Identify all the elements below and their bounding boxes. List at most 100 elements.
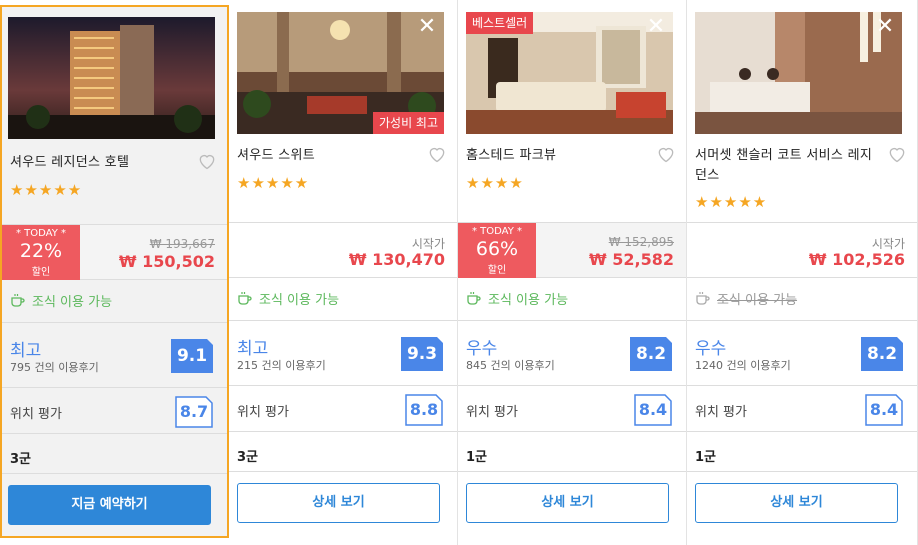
review-score: 9.3 (406, 344, 438, 364)
discount-percent: 66% (475, 238, 519, 260)
breakfast-label: 조식 이용 가능 (259, 292, 340, 308)
location-score-badge: 8.4 (634, 394, 672, 426)
breakfast-label: 조식 이용 가능 (32, 294, 113, 310)
location-score: 8.7 (179, 402, 209, 421)
location-score-badge: 8.4 (865, 394, 903, 426)
hotel-photo-image (695, 12, 902, 134)
review-count[interactable]: 795 건의 이용후기 (10, 359, 99, 375)
review-count[interactable]: 215 건의 이용후기 (237, 357, 326, 373)
review-score: 8.2 (635, 344, 667, 364)
view-details-button[interactable]: 상세 보기 (695, 483, 898, 523)
original-price: ₩ 152,895 (608, 235, 674, 249)
hotel-card[interactable]: 가성비 최고 ✕ 셔우드 스위트 ★★★★★ 시작가 ₩ 130,470 조식 … (229, 0, 458, 545)
price-band: 시작가 ₩ 102,526 (687, 222, 917, 278)
review-score-badge[interactable]: 9.1 (171, 339, 213, 373)
today-deal-badge: * TODAY * 22% 할인 (2, 225, 80, 280)
breakfast-info: 조식 이용 가능 (466, 288, 568, 308)
location-label: 위치 평가 (237, 405, 289, 420)
hotel-photo[interactable]: 가성비 최고 ✕ (237, 12, 444, 134)
divider (687, 431, 917, 432)
breakfast-info: 조식 이용 가능 (237, 288, 339, 308)
coffee-cup-icon (467, 292, 481, 305)
divider (2, 473, 227, 474)
divider (2, 322, 227, 323)
divider (229, 471, 457, 472)
breakfast-label: 조식 이용 가능 (717, 292, 798, 308)
divider (458, 471, 686, 472)
hotel-photo[interactable] (8, 17, 215, 139)
coffee-cup-icon (11, 294, 25, 307)
hotel-name[interactable]: 서머셋 챈슬러 코트 서비스 레지던스 (695, 146, 875, 186)
final-price[interactable]: ₩ 130,470 (349, 250, 445, 269)
today-label: * TODAY * (15, 228, 67, 239)
hotel-comparison: 셔우드 레지던스 호텔 ★★★★★ * TODAY * 22% 할인 ₩ 193… (0, 0, 918, 545)
discount-percent: 22% (19, 240, 63, 262)
divider (687, 320, 917, 321)
divider (229, 320, 457, 321)
divider (687, 471, 917, 472)
rating-word: 우수 (695, 339, 727, 359)
original-price: ₩ 193,667 (149, 237, 215, 251)
close-icon[interactable]: ✕ (874, 16, 896, 38)
location-score: 8.4 (638, 400, 668, 419)
location-label: 위치 평가 (10, 407, 62, 422)
location-score: 8.4 (869, 400, 899, 419)
divider (229, 385, 457, 386)
hotel-card[interactable]: ✕ 서머셋 챈슬러 코트 서비스 레지던스 ★★★★★ 시작가 ₩ 102,52… (687, 0, 918, 545)
divider (687, 385, 917, 386)
star-rating: ★★★★★ (10, 181, 83, 199)
final-price[interactable]: ₩ 102,526 (809, 250, 905, 269)
district: 3군 (10, 452, 32, 467)
today-label: * TODAY * (471, 226, 523, 237)
heart-icon[interactable] (887, 144, 907, 164)
star-rating: ★★★★ (466, 174, 524, 192)
price-band: * TODAY * 66% 할인 ₩ 152,895 ₩ 52,582 (458, 222, 686, 278)
review-score-badge[interactable]: 8.2 (630, 337, 672, 371)
hotel-card[interactable]: 베스트셀러 ✕ 홈스테드 파크뷰 ★★★★ * TODAY * 66% 할인 ₩… (458, 0, 687, 545)
price-band: * TODAY * 22% 할인 ₩ 193,667 ₩ 150,502 (2, 224, 227, 280)
hotel-photo[interactable]: ✕ (695, 12, 902, 134)
district: 3군 (237, 450, 259, 465)
location-label: 위치 평가 (695, 405, 747, 420)
divider (2, 433, 227, 434)
district: 1군 (695, 450, 717, 465)
heart-icon[interactable] (427, 144, 447, 164)
hotel-name[interactable]: 셔우드 레지던스 호텔 (10, 153, 190, 173)
close-icon[interactable]: ✕ (645, 16, 667, 38)
review-score-badge[interactable]: 8.2 (861, 337, 903, 371)
coffee-cup-icon (696, 292, 710, 305)
discount-suffix: 할인 (487, 265, 507, 276)
hotel-photo[interactable]: 베스트셀러 ✕ (466, 12, 673, 134)
view-details-button[interactable]: 상세 보기 (466, 483, 669, 523)
review-score-badge[interactable]: 9.3 (401, 337, 443, 371)
review-count[interactable]: 845 건의 이용후기 (466, 357, 555, 373)
divider (458, 431, 686, 432)
heart-icon[interactable] (197, 151, 217, 171)
breakfast-label: 조식 이용 가능 (488, 292, 569, 308)
hotel-name[interactable]: 셔우드 스위트 (237, 146, 417, 166)
review-count[interactable]: 1240 건의 이용후기 (695, 357, 791, 373)
price-band: 시작가 ₩ 130,470 (229, 222, 457, 278)
divider (458, 320, 686, 321)
close-icon[interactable]: ✕ (416, 16, 438, 38)
hotel-name[interactable]: 홈스테드 파크뷰 (466, 146, 646, 166)
final-price[interactable]: ₩ 52,582 (589, 250, 674, 269)
district: 1군 (466, 450, 488, 465)
bestseller-badge: 베스트셀러 (466, 12, 534, 34)
breakfast-info: 조식 이용 가능 (695, 288, 797, 308)
hotel-card[interactable]: 셔우드 레지던스 호텔 ★★★★★ * TODAY * 22% 할인 ₩ 193… (0, 5, 229, 538)
final-price[interactable]: ₩ 150,502 (119, 252, 215, 271)
today-deal-badge: * TODAY * 66% 할인 (458, 223, 536, 278)
location-label: 위치 평가 (466, 405, 518, 420)
heart-icon[interactable] (656, 144, 676, 164)
rating-word: 최고 (10, 341, 42, 361)
view-details-button[interactable]: 상세 보기 (237, 483, 440, 523)
divider (229, 431, 457, 432)
book-now-button[interactable]: 지금 예약하기 (8, 485, 211, 525)
rating-word: 우수 (466, 339, 498, 359)
rating-word: 최고 (237, 339, 269, 359)
location-score-badge: 8.7 (175, 396, 213, 428)
coffee-cup-icon (238, 292, 252, 305)
discount-suffix: 할인 (31, 267, 51, 278)
divider (458, 385, 686, 386)
